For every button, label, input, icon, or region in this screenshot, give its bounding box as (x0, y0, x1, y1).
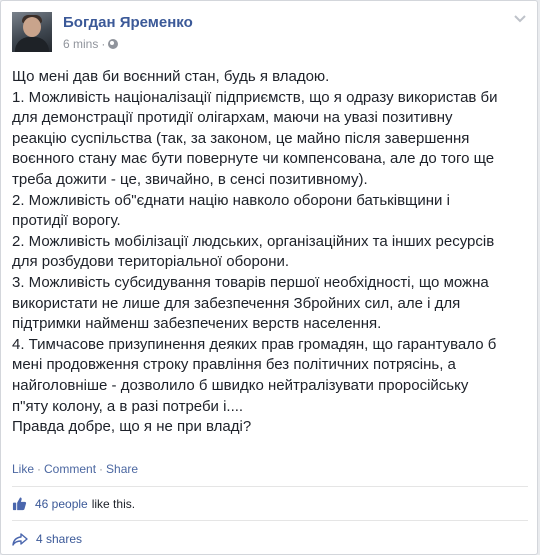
action-separator: · (37, 462, 42, 476)
post-line: реакцію суспільства (так, за законом, це… (12, 129, 470, 147)
post-line: мені продовження строку правління без по… (12, 356, 456, 374)
post-card: Богдан Яременко 6 mins · Що мені дав би в… (0, 0, 538, 555)
post-line: 2. Можливість об"єднати націю навколо об… (12, 191, 450, 209)
post-line: для розбудови територіальної оборони. (12, 253, 290, 271)
post-line: найголовніше - дозволило б швидко нейтра… (12, 376, 469, 394)
comment-link[interactable]: Comment (44, 462, 96, 476)
post-line: для демонстрації протидії олігархам, маю… (12, 109, 453, 127)
chevron-down-icon[interactable] (514, 15, 526, 23)
post-line: 3. Можливість субсидування товарів першо… (12, 273, 489, 291)
post-text: Що мені дав би воєнний стан, будь я влад… (12, 67, 532, 438)
post-line: воєнного стану має бути повернуте чи ком… (12, 150, 495, 168)
shares-label: 4 shares (36, 532, 83, 546)
share-arrow-icon (12, 532, 28, 546)
post-meta: 6 mins · (63, 37, 119, 51)
likes-summary: 46 people like this. (12, 496, 135, 511)
post-line: 1. Можливість націоналізації підприємств… (12, 88, 498, 106)
post-line: підтримки найменш забезпечених верств на… (12, 315, 382, 333)
action-separator: · (99, 462, 104, 476)
like-link[interactable]: Like (12, 462, 34, 476)
thumbs-up-icon (12, 497, 27, 511)
avatar[interactable] (12, 12, 52, 52)
divider (12, 486, 528, 487)
post-line: Правда добре, що я не при владі? (12, 418, 252, 436)
share-link[interactable]: Share (106, 462, 138, 476)
post-line: використати не лише для забезпечення Збр… (12, 294, 461, 312)
divider (12, 520, 528, 521)
post-line: п"яту колону, а в разі потреби і.... (12, 397, 244, 415)
avatar-face (23, 17, 41, 37)
likes-suffix: like this. (91, 496, 136, 511)
post-line: Що мені дав би воєнний стан, будь я влад… (12, 68, 330, 85)
meta-separator: · (101, 37, 106, 51)
post-line: протидії ворогу. (12, 212, 121, 230)
post-timestamp[interactable]: 6 mins (63, 37, 98, 51)
shares-link[interactable]: 4 shares (12, 532, 82, 546)
globe-icon[interactable] (108, 39, 119, 49)
post-actions: Like · Comment · Share (12, 462, 138, 476)
post-line: 4. Тимчасове призупинення деяких прав гр… (12, 335, 497, 353)
author-name[interactable]: Богдан Яременко (63, 14, 193, 31)
likes-count-link[interactable]: 46 people (35, 497, 88, 511)
post-line: 2. Можливість мобілізації людських, орга… (12, 232, 495, 250)
post-line: треба дожити - це, звичайно, в сенсі поз… (12, 170, 368, 188)
avatar-body (15, 37, 49, 52)
